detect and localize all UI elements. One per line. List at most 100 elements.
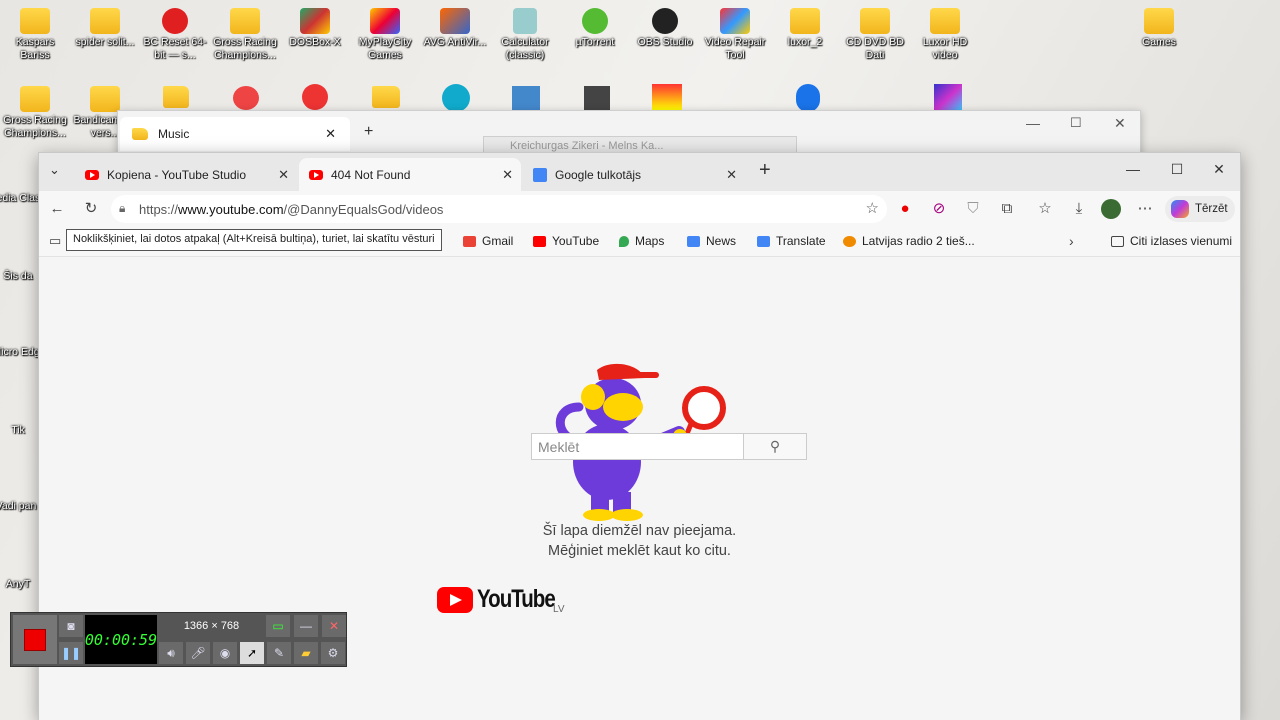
google-translate-icon <box>533 167 547 182</box>
desktop-icon-myplaycity[interactable]: MyPlayCity Games <box>350 8 420 62</box>
speaker-icon[interactable]: 🔊︎ <box>159 642 183 664</box>
maximize-button[interactable]: ☐ <box>1070 115 1082 131</box>
minimize-recorder-icon[interactable]: — <box>294 615 318 637</box>
folder-icon[interactable] <box>163 86 189 108</box>
bookmark-translate[interactable]: Translate <box>757 234 826 248</box>
new-tab-button[interactable]: + <box>759 159 771 182</box>
error-message-line2: Mēģiniet meklēt kaut ko citu. <box>548 543 731 559</box>
desktop-icon-gross-racing[interactable]: Gross Racing Champions... <box>210 8 280 62</box>
folder-icon <box>90 8 120 34</box>
desktop-icon-obs[interactable]: OBS Studio <box>630 8 700 49</box>
desktop-icon-media-classic[interactable]: Media Clas <box>0 192 42 205</box>
desktop-icon-cd-dvd[interactable]: CD DVD BD Dati <box>840 8 910 62</box>
settings-gear-icon[interactable]: ⚙ <box>321 642 345 664</box>
app-icon[interactable] <box>584 86 610 110</box>
tab-404-not-found[interactable]: 404 Not Found ✕ <box>299 158 521 191</box>
back-button[interactable]: ← <box>47 199 67 219</box>
block-extension-icon[interactable]: ⊘ <box>929 199 949 219</box>
copilot-icon <box>1171 200 1189 218</box>
screenshot-camera-icon[interactable]: ◙ <box>59 615 83 637</box>
extensions-icon[interactable]: ⧉ <box>997 199 1017 219</box>
opera-extension-icon[interactable]: ● <box>895 199 915 219</box>
bookmark-label: Citi izlases vienumi <box>1130 234 1233 248</box>
search-button[interactable]: ⚲ <box>744 433 807 460</box>
desktop-icon-gross-racing-2[interactable]: Gross Racing Champions... <box>0 86 70 140</box>
downloads-icon[interactable]: ⤓ <box>1069 199 1089 219</box>
close-tab-icon[interactable]: ✕ <box>502 167 513 183</box>
pause-button[interactable]: ❚❚ <box>59 642 83 664</box>
minimize-button[interactable]: — <box>1026 115 1040 131</box>
shield-extension-icon[interactable]: ⛉ <box>963 199 983 219</box>
open-folder-icon[interactable]: ▰ <box>294 642 318 664</box>
tab-youtube-studio[interactable]: Kopiena - YouTube Studio ✕ <box>75 158 297 191</box>
close-button[interactable]: ✕ <box>1204 161 1234 178</box>
cursor-icon[interactable]: ➚ <box>240 642 264 664</box>
maximize-button[interactable]: ☐ <box>1162 161 1192 178</box>
close-tab-icon[interactable]: ✕ <box>278 167 289 183</box>
minimize-button[interactable]: — <box>1118 161 1148 177</box>
more-menu-icon[interactable]: ⋯ <box>1135 199 1155 219</box>
bookmark-latvijas-radio[interactable]: Latvijas radio 2 tieš... <box>843 234 975 248</box>
refresh-button[interactable]: ↻ <box>81 199 101 219</box>
tab-strip: ⌄ Kopiena - YouTube Studio ✕ 404 Not Fou… <box>39 153 1240 191</box>
window-mode-icon[interactable]: ▭ <box>266 615 290 637</box>
copilot-button[interactable]: Tērzēt <box>1165 196 1235 222</box>
app-icon[interactable] <box>442 84 470 112</box>
tab-actions-chevron-icon[interactable]: ⌄ <box>49 162 60 178</box>
bookmark-label: Latvijas radio 2 tieš... <box>862 234 975 248</box>
bookmark-news[interactable]: News <box>687 234 736 248</box>
bookmark-gmail[interactable]: Gmail <box>463 234 513 248</box>
favorites-icon[interactable]: ☆ <box>1035 199 1055 219</box>
bookmark-maps[interactable]: Maps <box>619 234 664 248</box>
stop-recording-button[interactable] <box>13 615 57 664</box>
bookmark-youtube[interactable]: YouTube <box>533 234 599 248</box>
bookmark-label: YouTube <box>552 234 600 248</box>
app-icon[interactable] <box>934 84 962 112</box>
desktop-icon-dosbox[interactable]: DOSBox-X <box>280 8 350 49</box>
desktop-icon-calculator[interactable]: Calculator (classic) <box>490 8 560 62</box>
url-scheme: https:// <box>139 201 179 217</box>
desktop-icon-bcreset[interactable]: BC Reset 64-bit — s... <box>140 8 210 62</box>
close-tab-icon[interactable]: ✕ <box>325 126 336 142</box>
recorder-app-icon[interactable] <box>302 84 328 110</box>
address-bar[interactable]: 🔒︎ https://www.youtube.com/@DannyEqualsG… <box>111 195 887 223</box>
draw-pen-icon[interactable]: ✎ <box>267 642 291 664</box>
bookmark-label: Maps <box>635 234 665 248</box>
desktop-icon-video-repair[interactable]: Video Repair Tool <box>700 8 770 62</box>
close-button[interactable]: ✕ <box>1114 115 1126 132</box>
search-input[interactable] <box>531 433 744 460</box>
desktop-icon-luxor-hd[interactable]: Luxor HD video <box>910 8 980 62</box>
country-code: LV <box>553 604 565 615</box>
desktop-icon-luxor2[interactable]: luxor_2 <box>770 8 840 49</box>
bluetooth-icon[interactable] <box>796 84 820 112</box>
youtube-logo[interactable]: YouTube LV <box>437 585 572 615</box>
chevron-right-icon[interactable]: › <box>1069 233 1074 249</box>
bandicam-recorder-bar[interactable]: ◙ ❚❚ 00:00:59 1366 × 768 ▭ — ✕ 🔊︎ 🎤︎ ◉ ➚… <box>10 612 347 667</box>
tab-label: Kopiena - YouTube Studio <box>107 167 247 182</box>
tab-label: 404 Not Found <box>331 167 411 182</box>
tab-label: Music <box>158 127 190 141</box>
desktop-icon-utorrent[interactable]: µTorrent <box>560 8 630 49</box>
reading-icon[interactable]: ▭ <box>49 233 61 249</box>
webcam-icon[interactable]: ◉ <box>213 642 237 664</box>
close-tab-icon[interactable]: ✕ <box>726 167 737 183</box>
obs-icon <box>652 8 678 34</box>
new-tab-button[interactable]: + <box>364 123 373 141</box>
desktop-icon-avg[interactable]: AVG AntiVir... <box>420 8 490 49</box>
desktop-icon-kaspars[interactable]: Kaspars Bariss <box>0 8 70 62</box>
desktop-icon-games[interactable]: Games <box>1124 8 1194 49</box>
microphone-icon[interactable]: 🎤︎ <box>186 642 210 664</box>
folder-icon[interactable] <box>372 86 400 108</box>
app-icon[interactable] <box>512 86 540 110</box>
favorite-star-icon[interactable]: ☆ <box>866 199 879 217</box>
tab-google-translate[interactable]: Google tulkotājs ✕ <box>523 158 745 191</box>
close-recorder-icon[interactable]: ✕ <box>322 615 346 637</box>
superman-icon[interactable] <box>652 84 682 110</box>
other-favorites[interactable]: Citi izlases vienumi <box>1111 234 1232 248</box>
calculator-icon <box>513 8 537 34</box>
app-icon[interactable] <box>233 86 259 110</box>
tab-music[interactable]: Music ✕ <box>120 117 350 151</box>
profile-avatar[interactable] <box>1101 199 1121 219</box>
bookmark-label: Translate <box>776 234 826 248</box>
desktop-icon-spider[interactable]: spider solit... <box>70 8 140 49</box>
